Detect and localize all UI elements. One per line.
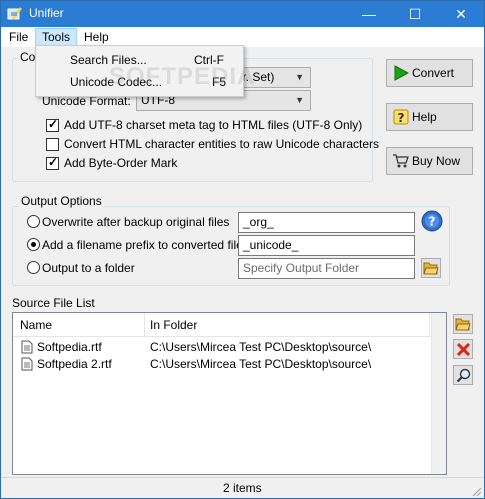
info-icon[interactable]: ? — [421, 210, 443, 232]
chevron-down-icon: ▼ — [295, 95, 304, 105]
prefix-label: Add a filename prefix to converted files — [42, 238, 249, 252]
output-options-label: Output Options — [19, 194, 104, 208]
add-folder-button[interactable] — [453, 314, 473, 334]
output-folder-input[interactable]: Specify Output Folder — [238, 258, 415, 279]
minimize-button[interactable]: — — [346, 1, 392, 27]
overwrite-label: Overwrite after backup original files — [42, 215, 230, 229]
file-name: Softpedia 2.rtf — [37, 357, 112, 371]
file-folder: C:\Users\Mircea Test PC\Desktop\source\ — [150, 357, 372, 371]
close-button[interactable]: ✕ — [438, 1, 484, 27]
item-count: 2 items — [223, 481, 262, 495]
file-folder: C:\Users\Mircea Test PC\Desktop\source\ — [150, 340, 372, 354]
list-header: Name In Folder — [13, 313, 431, 337]
convert-button[interactable]: Convert — [386, 59, 473, 87]
help-button[interactable]: ? Help — [386, 103, 473, 131]
output-folder-radio[interactable] — [27, 261, 40, 274]
source-file-list-label: Source File List — [12, 296, 95, 310]
help-question-icon: ? — [393, 109, 409, 125]
remove-file-button[interactable] — [453, 339, 473, 359]
bom-checkbox[interactable] — [46, 155, 59, 170]
utf8-meta-label: Add UTF-8 charset meta tag to HTML files… — [64, 118, 363, 132]
chevron-down-icon: ▼ — [295, 72, 304, 82]
menu-bar: File Tools Help — [1, 27, 484, 47]
find-file-button[interactable] — [453, 365, 473, 385]
table-row[interactable]: Softpedia 2.rtf C:\Users\Mircea Test PC\… — [13, 356, 431, 373]
menu-tools[interactable]: Tools — [35, 28, 78, 46]
menu-file[interactable]: File — [3, 28, 34, 46]
app-window: Unifier — ☐ ✕ File Tools Help Co har. Se… — [0, 0, 485, 499]
convert-button-label: Convert — [412, 66, 455, 80]
watermark: SOFTPEDIA — [109, 63, 256, 90]
svg-text:?: ? — [398, 111, 405, 125]
remove-icon — [457, 343, 470, 356]
backup-suffix-input[interactable]: _org_ — [238, 212, 415, 233]
output-folder-label: Output to a folder — [42, 261, 135, 275]
list-scrollbar[interactable] — [431, 313, 446, 474]
column-name[interactable]: Name — [20, 318, 52, 332]
menu-help[interactable]: Help — [78, 28, 115, 46]
file-icon — [21, 340, 33, 354]
title-bar[interactable]: Unifier — ☐ ✕ — [1, 1, 484, 27]
bom-label: Add Byte-Order Mark — [64, 156, 178, 170]
column-in-folder[interactable]: In Folder — [150, 318, 197, 332]
app-icon — [7, 7, 23, 20]
file-name: Softpedia.rtf — [37, 340, 102, 354]
buy-now-button-label: Buy Now — [412, 154, 461, 168]
maximize-button[interactable]: ☐ — [392, 1, 438, 27]
prefix-input[interactable]: _unicode_ — [238, 235, 415, 256]
source-file-list[interactable]: Name In Folder Softpedia.rtf C:\Users\Mi… — [12, 312, 447, 475]
folder-open-icon — [423, 262, 439, 275]
status-bar: 2 items — [1, 477, 484, 498]
table-row[interactable]: Softpedia.rtf C:\Users\Mircea Test PC\De… — [13, 339, 431, 356]
window-title: Unifier — [29, 6, 64, 20]
prefix-radio[interactable] — [27, 238, 40, 251]
browse-folder-button[interactable] — [421, 258, 441, 278]
file-icon — [21, 357, 33, 371]
buy-now-button[interactable]: Buy Now — [386, 147, 473, 175]
search-icon — [456, 368, 471, 383]
convert-entities-label: Convert HTML character entities to raw U… — [64, 137, 380, 151]
convert-arrow-icon — [394, 65, 409, 81]
resize-grip-icon[interactable] — [470, 485, 482, 497]
svg-text:?: ? — [429, 215, 436, 229]
convert-entities-checkbox[interactable] — [46, 138, 59, 151]
utf8-meta-checkbox[interactable] — [46, 117, 59, 132]
help-button-label: Help — [412, 110, 437, 124]
cart-icon — [393, 154, 409, 168]
add-folder-icon — [455, 318, 471, 331]
overwrite-radio[interactable] — [27, 215, 40, 228]
